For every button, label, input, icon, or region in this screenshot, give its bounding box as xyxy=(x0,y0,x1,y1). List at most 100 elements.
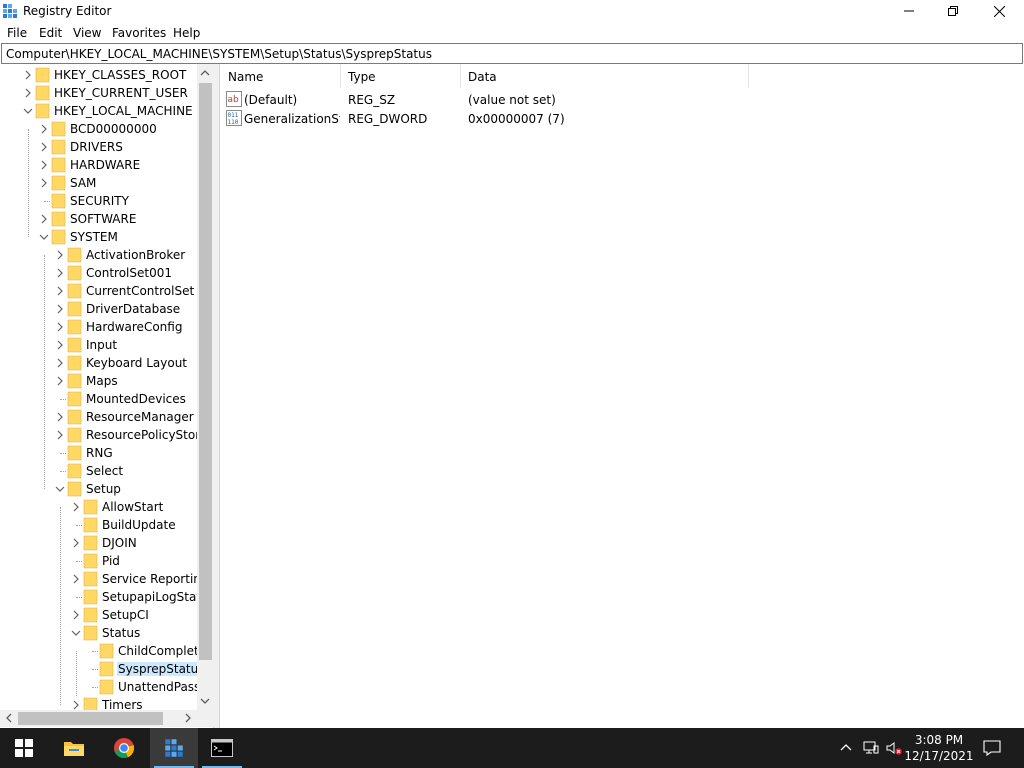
column-header-data[interactable]: Data xyxy=(461,64,749,88)
scroll-up-icon[interactable] xyxy=(200,68,210,78)
tree-item-hardwareconfig[interactable]: HardwareConfig xyxy=(54,318,213,336)
tree-vertical-scroll-thumb[interactable] xyxy=(199,83,212,660)
address-path[interactable]: Computer\HKEY_LOCAL_MACHINE\SYSTEM\Setup… xyxy=(6,47,432,61)
chevron-down-icon[interactable] xyxy=(38,231,50,243)
restore-button[interactable] xyxy=(930,0,976,22)
tree-item-childcomplet[interactable]: ChildComplet xyxy=(86,642,213,660)
tree-item-hardware[interactable]: HARDWARE xyxy=(38,156,213,174)
chevron-right-icon[interactable] xyxy=(22,87,34,99)
scroll-right-icon[interactable] xyxy=(183,713,193,723)
tree-vertical-scrollbar[interactable] xyxy=(197,64,214,710)
tree-item-hkey-current-user[interactable]: HKEY_CURRENT_USER xyxy=(22,84,202,102)
tree-item-bcd00000000[interactable]: BCD00000000 xyxy=(38,120,213,138)
pane-splitter[interactable] xyxy=(214,64,220,728)
tree-item-driverdatabase[interactable]: DriverDatabase xyxy=(54,300,213,318)
tree-item-label: ResourceManager xyxy=(86,410,194,424)
chevron-right-icon[interactable] xyxy=(54,339,66,351)
tree-item-unattendpasse[interactable]: UnattendPasse xyxy=(86,678,213,696)
tree-horizontal-scrollbar[interactable] xyxy=(0,710,197,727)
tree-item-software[interactable]: SOFTWARE xyxy=(38,210,213,228)
column-header-type[interactable]: Type xyxy=(341,64,461,88)
chevron-right-icon[interactable] xyxy=(54,321,66,333)
chevron-down-icon[interactable] xyxy=(22,105,34,117)
tree-item-mounteddevices[interactable]: MountedDevices xyxy=(54,390,213,408)
tree-item-input[interactable]: Input xyxy=(54,336,213,354)
value-row[interactable]: 011 110 GeneralizationSt... REG_DWORD 0x… xyxy=(221,109,761,128)
network-icon[interactable] xyxy=(863,740,879,756)
tree-horizontal-scroll-thumb[interactable] xyxy=(18,712,163,725)
chevron-down-icon[interactable] xyxy=(54,483,66,495)
tree-item-service-reporting[interactable]: Service Reporting xyxy=(70,570,213,588)
chevron-right-icon[interactable] xyxy=(54,429,66,441)
tree-item-drivers[interactable]: DRIVERS xyxy=(38,138,213,156)
folder-icon xyxy=(67,427,82,443)
chevron-right-icon[interactable] xyxy=(70,573,82,585)
column-header-name[interactable]: Name xyxy=(221,64,341,88)
tree-item-controlset001[interactable]: ControlSet001 xyxy=(54,264,213,282)
menu-file[interactable]: File xyxy=(7,26,27,40)
system-clock[interactable]: 3:08 PM 12/17/2021 xyxy=(900,732,978,764)
tree-item-djoin[interactable]: DJOIN xyxy=(70,534,213,552)
tree-item-setupci[interactable]: SetupCI xyxy=(70,606,213,624)
chevron-right-icon[interactable] xyxy=(70,609,82,621)
menu-view[interactable]: View xyxy=(73,26,101,40)
close-button[interactable] xyxy=(976,0,1022,22)
chevron-right-icon[interactable] xyxy=(54,357,66,369)
tree-item-status[interactable]: Status xyxy=(70,624,213,642)
menu-help[interactable]: Help xyxy=(173,26,200,40)
chevron-right-icon[interactable] xyxy=(70,537,82,549)
chevron-down-icon[interactable] xyxy=(70,627,82,639)
chevron-right-icon[interactable] xyxy=(22,69,34,81)
taskbar-chrome[interactable] xyxy=(100,728,148,768)
taskbar-command-prompt[interactable] xyxy=(198,728,246,768)
tree-item-label: SetupCI xyxy=(102,608,149,622)
tree-item-security[interactable]: SECURITY xyxy=(38,192,213,210)
minimize-button[interactable] xyxy=(886,0,932,22)
tree-item-system[interactable]: SYSTEM xyxy=(38,228,213,246)
menu-favorites[interactable]: Favorites xyxy=(112,26,166,40)
values-list[interactable]: Name Type Data ab (Default) REG_SZ (valu… xyxy=(221,64,1024,728)
chevron-right-icon[interactable] xyxy=(38,141,50,153)
show-hidden-icons-icon[interactable] xyxy=(838,740,854,756)
chevron-right-icon[interactable] xyxy=(54,303,66,315)
chevron-right-icon[interactable] xyxy=(54,249,66,261)
tree-item-buildupdate[interactable]: BuildUpdate xyxy=(70,516,213,534)
tree-item-currentcontrolset[interactable]: CurrentControlSet xyxy=(54,282,213,300)
tree-item-label: ControlSet001 xyxy=(86,266,172,280)
taskbar-file-explorer[interactable] xyxy=(50,728,98,768)
menu-edit[interactable]: Edit xyxy=(39,26,62,40)
tree-item-keyboard-layout[interactable]: Keyboard Layout xyxy=(54,354,213,372)
folder-icon xyxy=(83,571,98,587)
chevron-right-icon[interactable] xyxy=(38,177,50,189)
scroll-down-icon[interactable] xyxy=(200,696,210,706)
tree-item-resourcemanager[interactable]: ResourceManager xyxy=(54,408,213,426)
chevron-right-icon[interactable] xyxy=(70,501,82,513)
tree-item-rng[interactable]: RNG xyxy=(54,444,213,462)
chevron-right-icon[interactable] xyxy=(54,375,66,387)
chevron-right-icon[interactable] xyxy=(38,123,50,135)
tree-item-resourcepolicystore[interactable]: ResourcePolicyStore xyxy=(54,426,213,444)
tree-item-activationbroker[interactable]: ActivationBroker xyxy=(54,246,213,264)
scroll-left-icon[interactable] xyxy=(4,713,14,723)
tree-item-hkey-classes-root[interactable]: HKEY_CLASSES_ROOT xyxy=(22,66,202,84)
tree-item-pid[interactable]: Pid xyxy=(70,552,213,570)
tree-item-maps[interactable]: Maps xyxy=(54,372,213,390)
tree-item-allowstart[interactable]: AllowStart xyxy=(70,498,213,516)
registry-tree[interactable]: HKEY_CLASSES_ROOT HKEY_CURRENT_USER HKEY_L… xyxy=(0,64,214,728)
tree-item-sam[interactable]: SAM xyxy=(38,174,213,192)
tree-item-hkey-local-machine[interactable]: HKEY_LOCAL_MACHINE xyxy=(22,102,202,120)
chevron-right-icon[interactable] xyxy=(54,285,66,297)
tree-item-setupapilogstatu[interactable]: SetupapiLogStatu xyxy=(70,588,213,606)
chevron-right-icon[interactable] xyxy=(38,159,50,171)
chevron-right-icon[interactable] xyxy=(54,267,66,279)
chevron-right-icon[interactable] xyxy=(38,213,50,225)
chevron-right-icon[interactable] xyxy=(54,411,66,423)
value-row[interactable]: ab (Default) REG_SZ (value not set) xyxy=(221,90,761,109)
start-button[interactable] xyxy=(0,728,48,768)
tree-item-sysprepstatus[interactable]: SysprepStatus xyxy=(86,660,213,678)
address-bar[interactable]: Computer\HKEY_LOCAL_MACHINE\SYSTEM\Setup… xyxy=(1,43,1023,64)
tree-item-setup[interactable]: Setup xyxy=(54,480,213,498)
notifications-icon[interactable] xyxy=(983,739,1001,757)
taskbar-registry-editor[interactable] xyxy=(150,728,198,768)
tree-item-select[interactable]: Select xyxy=(54,462,213,480)
